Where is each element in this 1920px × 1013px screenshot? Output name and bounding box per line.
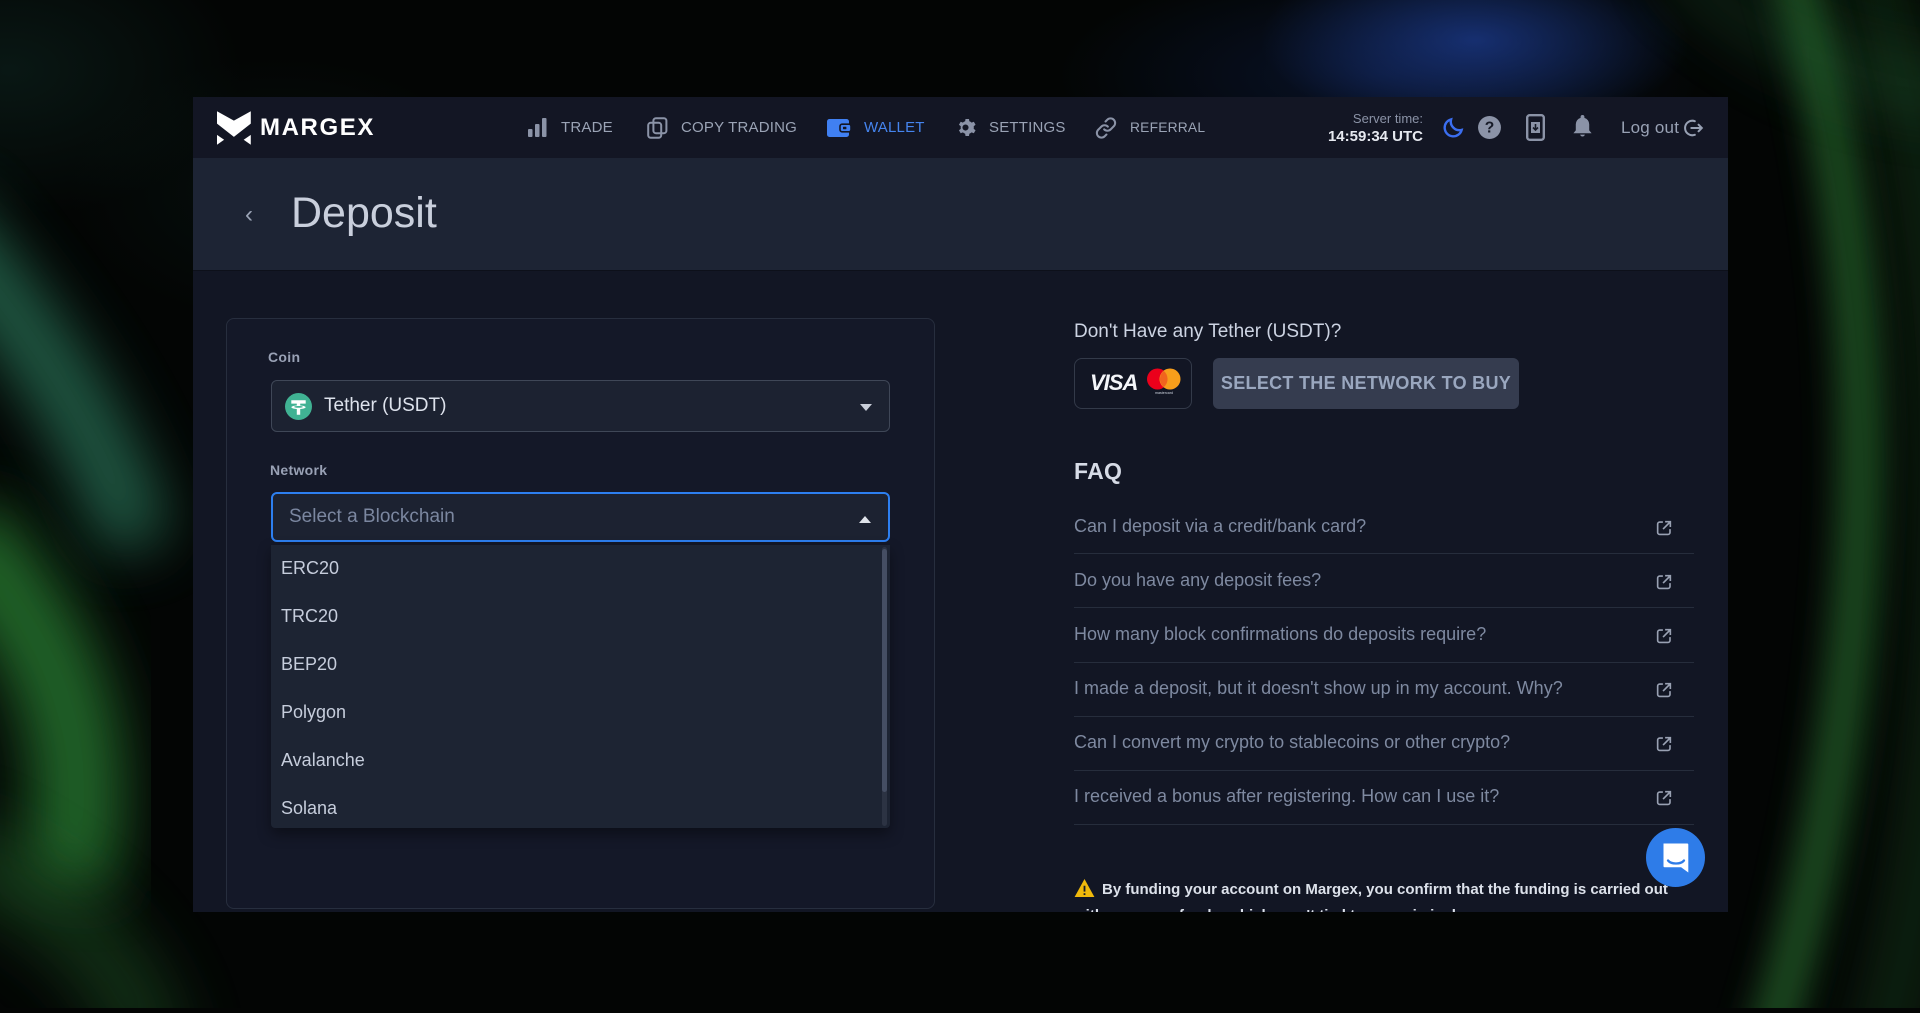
svg-text:mastercard: mastercard (1155, 391, 1173, 395)
svg-text:?: ? (1485, 120, 1495, 137)
